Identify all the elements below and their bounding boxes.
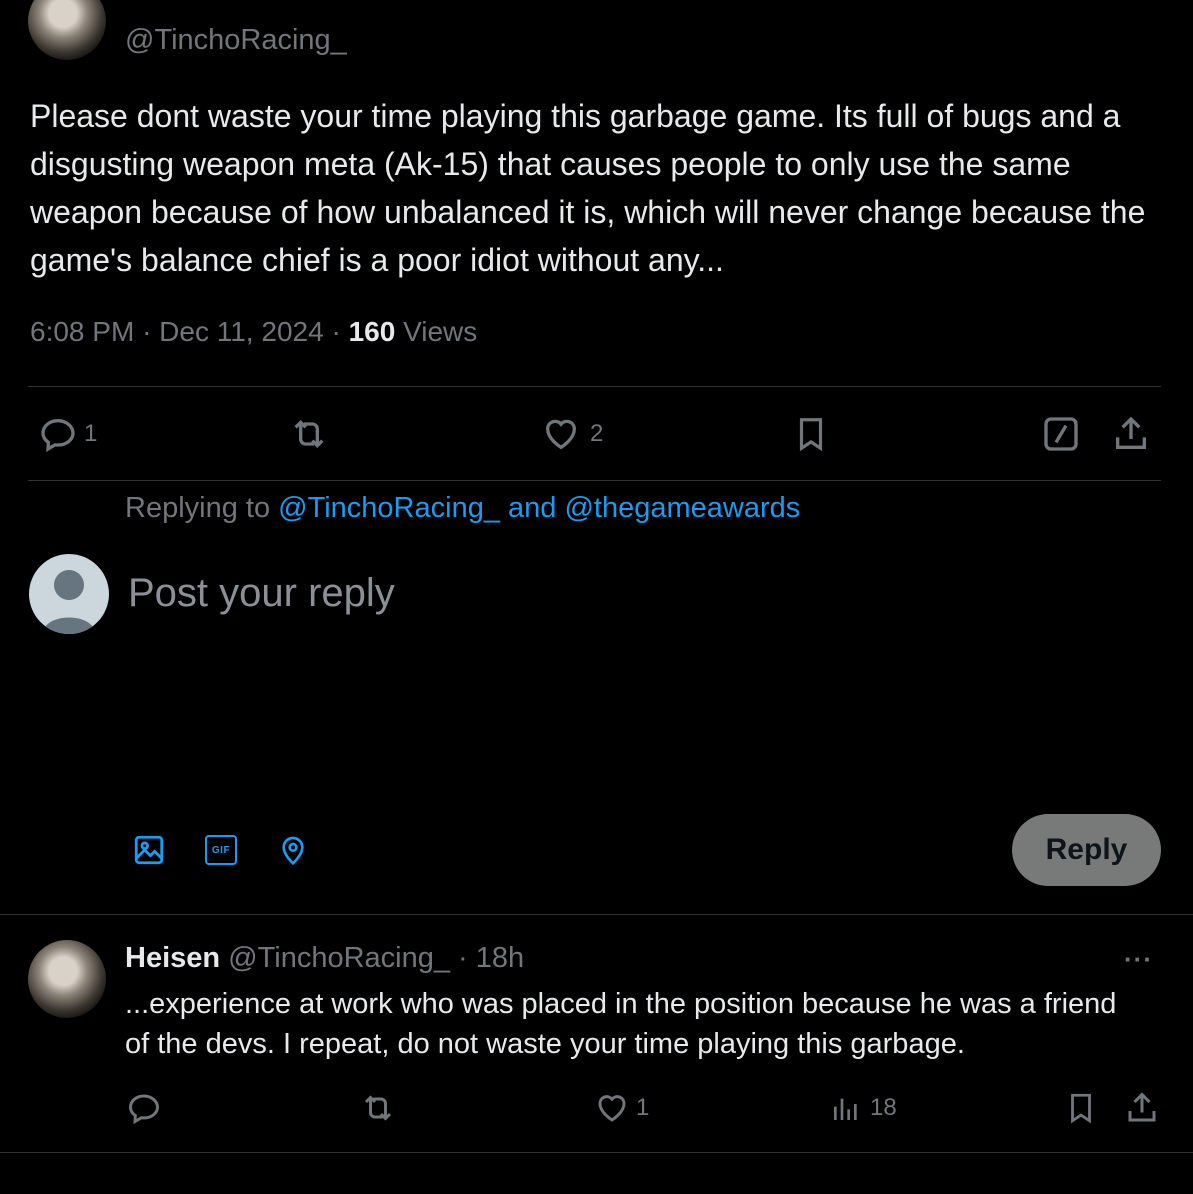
- replying-prefix: Replying to: [125, 492, 271, 524]
- reply-icon: [126, 1090, 162, 1126]
- grok-icon: [1040, 414, 1082, 454]
- repost-icon: [286, 414, 332, 454]
- views-label: Views: [403, 316, 478, 347]
- reply-age[interactable]: · 18h: [458, 942, 524, 974]
- image-icon: [132, 833, 166, 867]
- reply-text: ...experience at work who was placed in …: [125, 988, 1117, 1060]
- meta-separator: ·: [142, 316, 152, 347]
- media-button[interactable]: [131, 832, 167, 868]
- bookmark-action[interactable]: [792, 414, 830, 454]
- reply-like-action[interactable]: 1: [594, 1090, 649, 1126]
- divider: [28, 386, 1161, 387]
- reply-reply-action[interactable]: [126, 1090, 162, 1126]
- location-pin-icon: [277, 833, 309, 867]
- reply-count: 1: [84, 420, 98, 447]
- reply-icon: [36, 414, 80, 454]
- tweet-meta: 6:08 PM · Dec 11, 2024 · 160 Views: [30, 316, 477, 348]
- grok-action[interactable]: [1040, 414, 1082, 454]
- replying-users-link[interactable]: @TinchoRacing_ and @thegameawards: [278, 492, 800, 524]
- heart-icon: [540, 414, 582, 454]
- tweet-date[interactable]: Dec 11, 2024: [159, 316, 324, 347]
- gif-icon: GIF: [205, 835, 237, 865]
- share-icon: [1110, 414, 1152, 454]
- reply-repost-action[interactable]: [358, 1090, 398, 1126]
- bookmark-icon: [1064, 1089, 1098, 1127]
- default-avatar-icon: [43, 570, 95, 634]
- reply-author-avatar[interactable]: [28, 940, 106, 1018]
- divider: [28, 480, 1161, 481]
- reply-share-action[interactable]: [1124, 1090, 1160, 1126]
- tweet-time[interactable]: 6:08 PM: [30, 316, 134, 347]
- reply-action[interactable]: 1: [36, 414, 97, 454]
- location-button[interactable]: [275, 832, 311, 868]
- divider: [0, 914, 1193, 915]
- user-avatar[interactable]: [29, 554, 109, 634]
- author-avatar[interactable]: [28, 0, 106, 60]
- reply-author-name[interactable]: Heisen: [125, 942, 220, 974]
- share-action[interactable]: [1110, 414, 1152, 454]
- like-count: 2: [590, 420, 604, 447]
- meta-separator: ·: [331, 316, 341, 347]
- analytics-icon: [830, 1090, 862, 1126]
- share-icon: [1124, 1090, 1160, 1126]
- replying-to: Replying to @TinchoRacing_ and @thegamea…: [125, 492, 800, 525]
- divider: [0, 1152, 1193, 1153]
- reply-author-handle[interactable]: @TinchoRacing_: [228, 942, 450, 974]
- heart-icon: [594, 1090, 630, 1126]
- repost-icon: [358, 1090, 398, 1126]
- bookmark-icon: [792, 413, 830, 455]
- reply-like-count: 1: [636, 1094, 650, 1121]
- like-action[interactable]: 2: [540, 414, 603, 454]
- reply-header: Heisen @TinchoRacing_ · 18h: [125, 942, 524, 975]
- reply-input[interactable]: [128, 568, 928, 618]
- reply-views-count: 18: [870, 1094, 897, 1121]
- more-options-button[interactable]: ···: [1124, 944, 1153, 975]
- repost-action[interactable]: [286, 414, 332, 454]
- reply-views-action[interactable]: 18: [830, 1090, 897, 1126]
- tweet-text: Please dont waste your time playing this…: [30, 98, 1146, 278]
- reply-bookmark-action[interactable]: [1064, 1090, 1098, 1126]
- gif-button[interactable]: GIF: [203, 832, 239, 868]
- views-count: 160: [348, 316, 396, 347]
- author-handle[interactable]: @TinchoRacing_: [125, 24, 347, 57]
- reply-button[interactable]: Reply: [1012, 814, 1161, 886]
